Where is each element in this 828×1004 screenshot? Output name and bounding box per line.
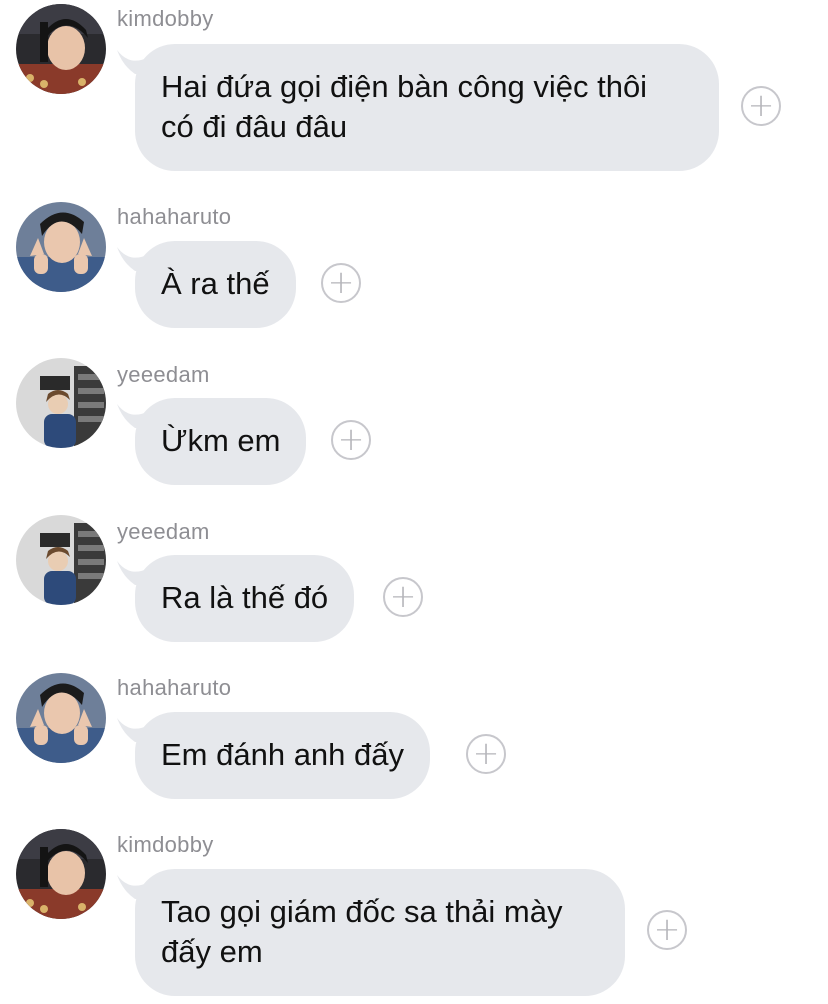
- username: kimdobby: [117, 832, 214, 857]
- message-bubble[interactable]: Ừkm em: [135, 398, 307, 485]
- bubble-wrap: Hai đứa gọi điện bàn công việc thôi có đ…: [115, 44, 719, 171]
- bubble-wrap: Tao gọi giám đốc sa thải mày đấy em: [115, 869, 625, 996]
- yeeedam-avatar-icon: [16, 515, 106, 605]
- hahaharuto-avatar-icon: [16, 673, 106, 763]
- message-bubble[interactable]: Em đánh anh đấy: [135, 712, 431, 799]
- avatar-yeeedam[interactable]: [16, 515, 106, 605]
- bubble-wrap: Ừkm em: [115, 398, 307, 485]
- bubble-wrap: Em đánh anh đấy: [115, 712, 431, 799]
- message-bubble[interactable]: Ra là thế đó: [135, 555, 355, 642]
- hahaharuto-avatar-icon: [16, 202, 106, 292]
- avatar-kimdobby[interactable]: [16, 829, 106, 919]
- avatar-yeeedam[interactable]: [16, 358, 106, 448]
- username: yeeedam: [117, 519, 210, 544]
- add-reaction-button[interactable]: +: [331, 420, 371, 460]
- username: hahaharuto: [117, 675, 232, 700]
- bubble-wrap: Ra là thế đó: [115, 555, 355, 642]
- add-reaction-button[interactable]: +: [383, 577, 423, 617]
- message-bubble[interactable]: Tao gọi giám đốc sa thải mày đấy em: [135, 869, 625, 996]
- add-reaction-button[interactable]: +: [741, 86, 781, 126]
- bubble-wrap: À ra thế: [115, 241, 296, 328]
- add-reaction-button[interactable]: +: [466, 734, 506, 774]
- username: kimdobby: [117, 6, 214, 31]
- kimdobby-avatar-icon: [16, 829, 106, 919]
- message-bubble[interactable]: Hai đứa gọi điện bàn công việc thôi có đ…: [135, 44, 719, 171]
- add-reaction-button[interactable]: +: [647, 910, 687, 950]
- avatar-kimdobby[interactable]: [16, 4, 106, 94]
- message-bubble[interactable]: À ra thế: [135, 241, 296, 328]
- avatar-hahaharuto[interactable]: [16, 202, 106, 292]
- kimdobby-avatar-icon: [16, 4, 106, 94]
- username: hahaharuto: [117, 204, 232, 229]
- yeeedam-avatar-icon: [16, 358, 106, 448]
- username: yeeedam: [117, 362, 210, 387]
- add-reaction-button[interactable]: +: [321, 263, 361, 303]
- avatar-hahaharuto[interactable]: [16, 673, 106, 763]
